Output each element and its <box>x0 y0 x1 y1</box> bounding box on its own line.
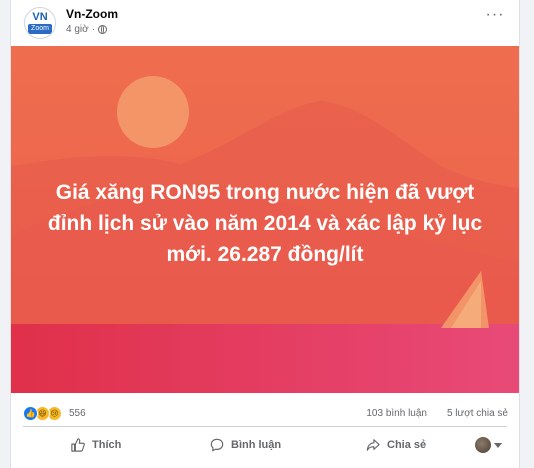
banner-text: Giá xăng RON95 trong nước hiện đã vượt đ… <box>47 181 483 266</box>
post-time[interactable]: 4 giờ <box>66 24 89 35</box>
share-button[interactable]: Chia sẻ <box>366 430 426 460</box>
share-icon <box>366 439 380 451</box>
share-count[interactable]: 5 lượt chia sẻ <box>447 408 508 419</box>
comment-label: Bình luận <box>231 439 282 451</box>
chevron-down-icon <box>494 442 502 448</box>
thumbs-up-icon <box>71 438 85 452</box>
post-meta: 4 giờ · <box>66 24 108 35</box>
reaction-count[interactable]: 556 <box>69 408 86 419</box>
post-header: VN Zoom Vn-Zoom 4 giờ · ··· <box>11 0 519 46</box>
like-label: Thích <box>92 439 122 451</box>
user-avatar <box>475 437 491 453</box>
post-card: VN Zoom Vn-Zoom 4 giờ · ··· Giá xăng RON… <box>10 0 520 468</box>
reaction-icons[interactable]: 👍 😆 😢 <box>23 406 62 421</box>
post-actions: Thích Bình luận Chia sẻ <box>11 428 519 464</box>
share-label: Chia sẻ <box>387 439 427 451</box>
author-name[interactable]: Vn-Zoom <box>66 7 118 21</box>
avatar-text-top: VN <box>32 11 48 23</box>
divider <box>23 426 507 427</box>
post-banner[interactable]: Giá xăng RON95 trong nước hiện đã vượt đ… <box>11 46 519 393</box>
reaction-audience-selector[interactable] <box>475 430 502 460</box>
like-icon: 👍 <box>23 406 38 421</box>
comment-count[interactable]: 103 bình luận <box>366 408 427 419</box>
like-button[interactable]: Thích <box>71 430 121 460</box>
comment-button[interactable]: Bình luận <box>210 430 281 460</box>
avatar[interactable]: VN Zoom <box>24 7 56 39</box>
sun-shape <box>117 76 189 148</box>
comment-icon <box>210 438 224 452</box>
more-options-icon[interactable]: ··· <box>485 7 505 24</box>
globe-icon[interactable] <box>98 25 108 34</box>
avatar-text-bottom: Zoom <box>28 24 52 34</box>
post-stats: 👍 😆 😢 556 103 bình luận 5 lượt chia sẻ <box>11 400 519 424</box>
